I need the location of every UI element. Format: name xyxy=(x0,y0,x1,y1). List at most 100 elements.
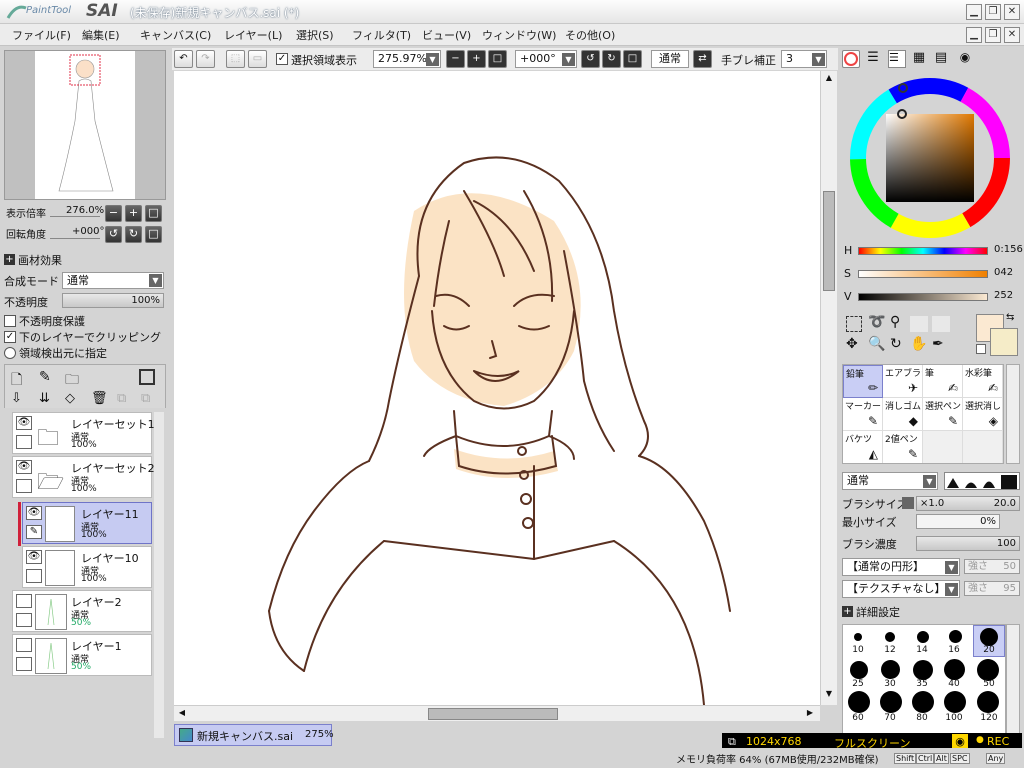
layer-lock-box[interactable] xyxy=(16,479,32,493)
rotate-reset-icon[interactable]: □ xyxy=(623,50,642,68)
brush-preset-dot[interactable] xyxy=(917,631,929,643)
eye-icon[interactable]: 👁 xyxy=(16,416,32,430)
visibility-box[interactable] xyxy=(16,594,32,608)
hue-slider[interactable] xyxy=(858,247,988,255)
eye-icon[interactable]: 👁 xyxy=(26,506,42,520)
layer-scrollbar[interactable] xyxy=(154,412,164,738)
value-slider[interactable] xyxy=(858,293,988,301)
brush-preset-dot[interactable] xyxy=(944,659,965,680)
tool-binary-pen[interactable]: 2値ペン ✎ xyxy=(883,431,923,463)
blend-mode-select[interactable]: 通常 ▼ xyxy=(62,272,164,289)
layer-lock-box[interactable] xyxy=(16,657,32,671)
tool-marker[interactable]: マーカー ✎ xyxy=(843,398,883,431)
tool-bucket[interactable]: バケツ ◭ xyxy=(843,431,883,463)
brush-preset-dot[interactable] xyxy=(912,691,934,713)
brush-shape-select[interactable]: 【通常の円形】 ▼ xyxy=(842,558,960,576)
layer-lock-box[interactable] xyxy=(16,435,32,449)
new-layer-icon[interactable]: 🗋 xyxy=(11,369,29,388)
brush-preset-dot[interactable] xyxy=(854,633,862,641)
menu-file[interactable]: ファイル(F) xyxy=(12,27,71,43)
zoom-select[interactable]: 275.97% ▼ xyxy=(373,50,441,68)
texture-strength-slider[interactable]: 強さ 95 xyxy=(964,581,1020,596)
eyedropper-icon[interactable]: ✒ xyxy=(932,336,944,352)
saturation-slider[interactable] xyxy=(858,270,988,278)
clipping-checkbox[interactable]: ✓ xyxy=(4,331,16,343)
expand-icon[interactable]: + xyxy=(842,606,853,617)
detail-settings-label[interactable]: 詳細設定 xyxy=(856,604,900,620)
layer-row-1[interactable]: レイヤー1 通常 50% xyxy=(12,634,152,676)
rotate-icon[interactable]: ↻ xyxy=(890,336,902,352)
new-folder-icon[interactable]: 🗀 xyxy=(65,369,83,388)
color-wheel-tab-icon[interactable] xyxy=(842,50,860,68)
menu-filter[interactable]: フィルタ(T) xyxy=(352,27,411,43)
brush-presets-scrollbar[interactable] xyxy=(1006,624,1020,748)
layer-row-set1[interactable]: 👁 🗀 レイヤーセット1 通常 100% xyxy=(12,412,155,454)
navigator-preview[interactable] xyxy=(4,50,166,200)
blend-mode-button[interactable]: 通常 xyxy=(651,50,689,68)
brush-preset-dot[interactable] xyxy=(980,628,998,646)
brush-preset-dot[interactable] xyxy=(880,691,902,713)
vertical-scrollbar[interactable]: ▲ ▼ xyxy=(820,71,837,705)
rotate-ccw-icon[interactable]: ↺ xyxy=(581,50,600,68)
brush-preset-dot[interactable] xyxy=(885,632,895,642)
rotate-reset-button[interactable]: □ xyxy=(145,226,162,243)
layer-row-10[interactable]: 👁 レイヤー10 通常 100% xyxy=(22,546,152,588)
flip-horizontal-icon[interactable]: ⇄ xyxy=(693,50,712,68)
horizontal-scrollbar[interactable]: ◀ ▶ xyxy=(174,705,820,721)
menu-select[interactable]: 選択(S) xyxy=(296,27,334,43)
clear-layer-icon[interactable]: ◇ xyxy=(65,391,83,409)
recorder-rec[interactable]: REC xyxy=(987,735,1009,748)
shape-strength-slider[interactable]: 強さ 50 xyxy=(964,559,1020,574)
brush-texture-select[interactable]: 【テクスチャなし】 ▼ xyxy=(842,580,960,598)
lasso-icon[interactable]: ➰ xyxy=(868,314,885,330)
brush-preset-dot[interactable] xyxy=(850,661,868,679)
deselect-icon[interactable]: ⬚ xyxy=(226,50,245,68)
scratchpad-tab-icon[interactable]: ▤ xyxy=(932,50,950,68)
brush-preset-dot[interactable] xyxy=(977,691,999,713)
hue-ring[interactable] xyxy=(848,76,1012,240)
layer-row-set2[interactable]: 👁 🗁 レイヤーセット2 通常 100% xyxy=(12,456,155,498)
tool-select-eraser[interactable]: 選択消し ◈ xyxy=(963,398,1003,431)
minimize-button[interactable]: ▁ xyxy=(966,4,982,20)
menu-layer[interactable]: レイヤー(L) xyxy=(224,27,282,43)
rgb-slider-tab-icon[interactable]: ☰ xyxy=(864,50,882,68)
menu-other[interactable]: その他(O) xyxy=(565,27,615,43)
zoom-in-button[interactable]: + xyxy=(125,205,142,222)
doc-close-button[interactable]: ✕ xyxy=(1004,27,1020,43)
zoom-in-icon[interactable]: + xyxy=(467,50,486,68)
delete-layer-icon[interactable]: 🗑 xyxy=(91,391,109,409)
horizontal-scroll-thumb[interactable] xyxy=(428,708,558,720)
tool-pencil[interactable]: 鉛筆 ✏ xyxy=(843,365,883,398)
texture-effect-label[interactable]: 画材効果 xyxy=(18,252,62,268)
brush-density-slider[interactable]: 100 xyxy=(916,536,1020,551)
brush-preset-dot[interactable] xyxy=(977,659,999,681)
expand-icon[interactable]: + xyxy=(4,254,15,265)
swap-colors-icon[interactable]: ⇆ xyxy=(1006,312,1014,323)
scroll-left-icon[interactable]: ◀ xyxy=(176,708,188,720)
rotate-slider[interactable] xyxy=(50,238,100,239)
preserve-opacity-checkbox[interactable] xyxy=(4,315,16,327)
pen-icon[interactable]: ✎ xyxy=(26,525,42,539)
zoom-fit-icon[interactable]: □ xyxy=(488,50,507,68)
hsv-slider-tab-icon[interactable]: ☰ xyxy=(888,50,906,68)
brush-size-dropdown[interactable] xyxy=(902,497,914,509)
brush-preset-dot[interactable] xyxy=(949,630,962,643)
vertical-scroll-thumb[interactable] xyxy=(823,191,835,291)
rotate-right-button[interactable]: ↻ xyxy=(125,226,142,243)
menu-canvas[interactable]: キャンバス(C) xyxy=(140,27,211,43)
invert-selection-icon[interactable]: ▭ xyxy=(248,50,267,68)
visibility-box[interactable] xyxy=(16,638,32,652)
brush-preset-dot[interactable] xyxy=(944,691,966,713)
angle-select[interactable]: +000° ▼ xyxy=(515,50,577,68)
min-size-slider[interactable]: 0% xyxy=(916,514,1000,529)
rect-select-icon[interactable] xyxy=(846,316,862,332)
doc-minimize-button[interactable]: ▁ xyxy=(966,27,982,43)
undo-icon[interactable]: ↶ xyxy=(174,50,193,68)
document-tab[interactable]: 新規キャンバス.sai 275% xyxy=(174,724,334,746)
selection-display-checkbox[interactable]: ✓ xyxy=(276,53,288,65)
stabilizer-select[interactable]: 3 ▼ xyxy=(781,50,827,68)
transparent-color-icon[interactable] xyxy=(976,344,986,354)
tool-watercolor[interactable]: 水彩筆 ✍ xyxy=(963,365,1003,398)
tool-select-pen[interactable]: 選択ペン ✎ xyxy=(923,398,963,431)
transfer-down-icon[interactable]: ⇩ xyxy=(11,391,29,409)
